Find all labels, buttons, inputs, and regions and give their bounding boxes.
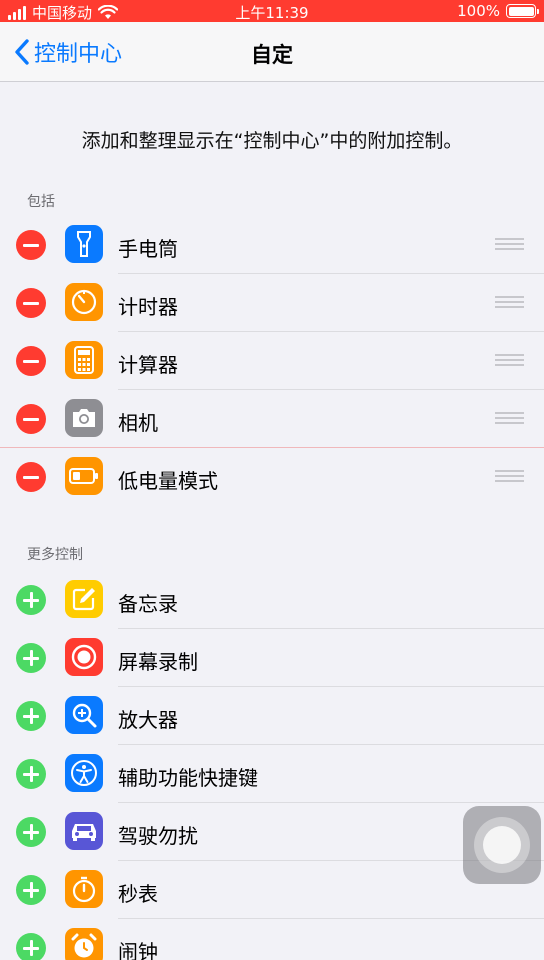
- status-right: 100%: [457, 2, 539, 20]
- remove-button[interactable]: [16, 288, 46, 318]
- description-text: 添加和整理显示在“控制中心”中的附加控制。: [81, 130, 463, 152]
- more-controls-list: 备忘录 屏幕录制 放大器 辅助功能快捷键 驾驶勿扰 秒表 闹钟: [0, 571, 544, 960]
- add-button[interactable]: [16, 875, 46, 905]
- list-item: 放大器: [0, 687, 544, 745]
- row-label: 屏幕录制: [118, 650, 198, 674]
- page-title: 自定: [251, 43, 293, 67]
- list-item: 计时器: [0, 274, 544, 332]
- magnifier-icon: [65, 696, 103, 734]
- section-header-included: 包括: [27, 194, 55, 210]
- remove-button[interactable]: [16, 462, 46, 492]
- status-bar: 中国移动 上午11:39 100%: [0, 0, 544, 22]
- reorder-handle-icon[interactable]: [495, 296, 524, 311]
- car-icon: [65, 812, 103, 850]
- row-label: 低电量模式: [118, 469, 218, 493]
- camera-icon: [65, 399, 103, 437]
- low-power-battery-icon: [65, 457, 103, 495]
- row-label: 计算器: [118, 353, 178, 377]
- row-label: 闹钟: [118, 940, 158, 960]
- remove-button[interactable]: [16, 230, 46, 260]
- flashlight-icon: [65, 225, 103, 263]
- battery-fill: [508, 6, 534, 16]
- row-label: 放大器: [118, 708, 178, 732]
- calculator-icon: [65, 341, 103, 379]
- list-item: 辅助功能快捷键: [0, 745, 544, 803]
- reorder-handle-icon[interactable]: [495, 412, 524, 427]
- add-button[interactable]: [16, 643, 46, 673]
- included-list: 手电筒 计时器 计算器 相机 低电量模式: [0, 216, 544, 506]
- stopwatch-icon: [65, 870, 103, 908]
- list-item: 屏幕录制: [0, 629, 544, 687]
- row-label: 驾驶勿扰: [118, 824, 198, 848]
- remove-button[interactable]: [16, 404, 46, 434]
- alarm-clock-icon: [65, 928, 103, 960]
- assistive-touch-core: [483, 826, 521, 864]
- section-header-more: 更多控制: [27, 547, 83, 563]
- remove-button[interactable]: [16, 346, 46, 376]
- row-label: 辅助功能快捷键: [118, 766, 258, 790]
- battery-icon: [506, 4, 539, 18]
- navigation-bar: 控制中心 自定: [0, 22, 544, 82]
- add-button[interactable]: [16, 817, 46, 847]
- add-button[interactable]: [16, 701, 46, 731]
- row-label: 相机: [118, 411, 158, 435]
- reorder-handle-icon[interactable]: [495, 354, 524, 369]
- list-item: 备忘录: [0, 571, 544, 629]
- timer-icon: [65, 283, 103, 321]
- assistive-touch-button[interactable]: [463, 806, 541, 884]
- reorder-handle-icon[interactable]: [495, 238, 524, 253]
- add-button[interactable]: [16, 585, 46, 615]
- add-button[interactable]: [16, 759, 46, 789]
- reorder-handle-icon[interactable]: [495, 470, 524, 485]
- notes-icon: [65, 580, 103, 618]
- screen-record-icon: [65, 638, 103, 676]
- list-item: 闹钟: [0, 919, 544, 960]
- row-label: 手电筒: [118, 237, 178, 261]
- row-label: 备忘录: [118, 592, 178, 616]
- list-item: 相机: [0, 390, 544, 448]
- list-item: 低电量模式: [0, 448, 544, 506]
- row-label: 计时器: [118, 295, 178, 319]
- list-item: 手电筒: [0, 216, 544, 274]
- add-button[interactable]: [16, 933, 46, 960]
- row-label: 秒表: [118, 882, 158, 906]
- list-item: 计算器: [0, 332, 544, 390]
- accessibility-icon: [65, 754, 103, 792]
- battery-percent: 100%: [457, 2, 500, 20]
